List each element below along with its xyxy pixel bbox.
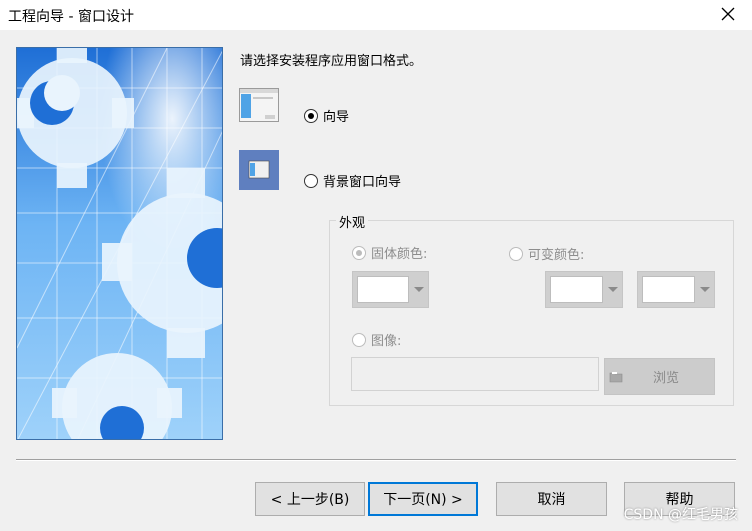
chevron-down-icon[interactable] [700,287,710,292]
radio-background-wizard-indicator[interactable] [304,173,318,188]
wizard-style-thumbnail [239,88,279,122]
radio-variable-color-label: 可变颜色: [528,248,585,263]
window-title: 工程向导 - 窗口设计 [8,9,134,25]
radio-image-label: 图像: [371,334,402,349]
radio-solid-color[interactable]: 固体颜色: [352,243,427,262]
browse-button-label: 浏览 [653,371,680,386]
solid-color-swatch [357,276,409,303]
radio-solid-color-indicator[interactable] [352,245,366,260]
watermark-text: CSDN @红毛男孩 [623,507,738,523]
variable-color-end-dropdown[interactable] [637,271,715,308]
appearance-group-label: 外观 [336,212,369,231]
variable-color-start-swatch [550,276,603,303]
close-icon[interactable] [718,4,738,24]
title-bar: 工程向导 - 窗口设计 [0,0,752,30]
radio-wizard[interactable]: 向导 [304,106,349,125]
next-button[interactable]: 下一页(N) > [368,482,478,516]
radio-variable-color[interactable]: 可变颜色: [509,244,584,263]
chevron-down-icon[interactable] [414,287,424,292]
radio-image-indicator[interactable] [352,332,366,347]
instruction-text: 请选择安装程序应用窗口格式。 [240,54,423,69]
radio-image[interactable]: 图像: [352,330,401,349]
wizard-banner-image [16,47,223,440]
back-button[interactable]: < 上一步(B) [255,482,365,516]
radio-background-wizard-label: 背景窗口向导 [323,175,402,190]
folder-icon [609,371,623,382]
variable-color-start-dropdown[interactable] [545,271,623,308]
radio-variable-color-indicator[interactable] [509,246,523,261]
radio-wizard-label: 向导 [323,110,350,125]
radio-solid-color-label: 固体颜色: [371,247,428,262]
variable-color-end-swatch [642,276,695,303]
radio-wizard-indicator[interactable] [304,108,318,123]
image-path-field[interactable] [351,357,599,391]
cancel-button[interactable]: 取消 [496,482,607,516]
chevron-down-icon[interactable] [608,287,618,292]
solid-color-dropdown[interactable] [352,271,429,308]
radio-background-wizard[interactable]: 背景窗口向导 [304,171,401,190]
browse-button[interactable]: 浏览 [604,358,715,395]
background-style-thumbnail [239,150,279,190]
footer-separator [16,459,736,461]
